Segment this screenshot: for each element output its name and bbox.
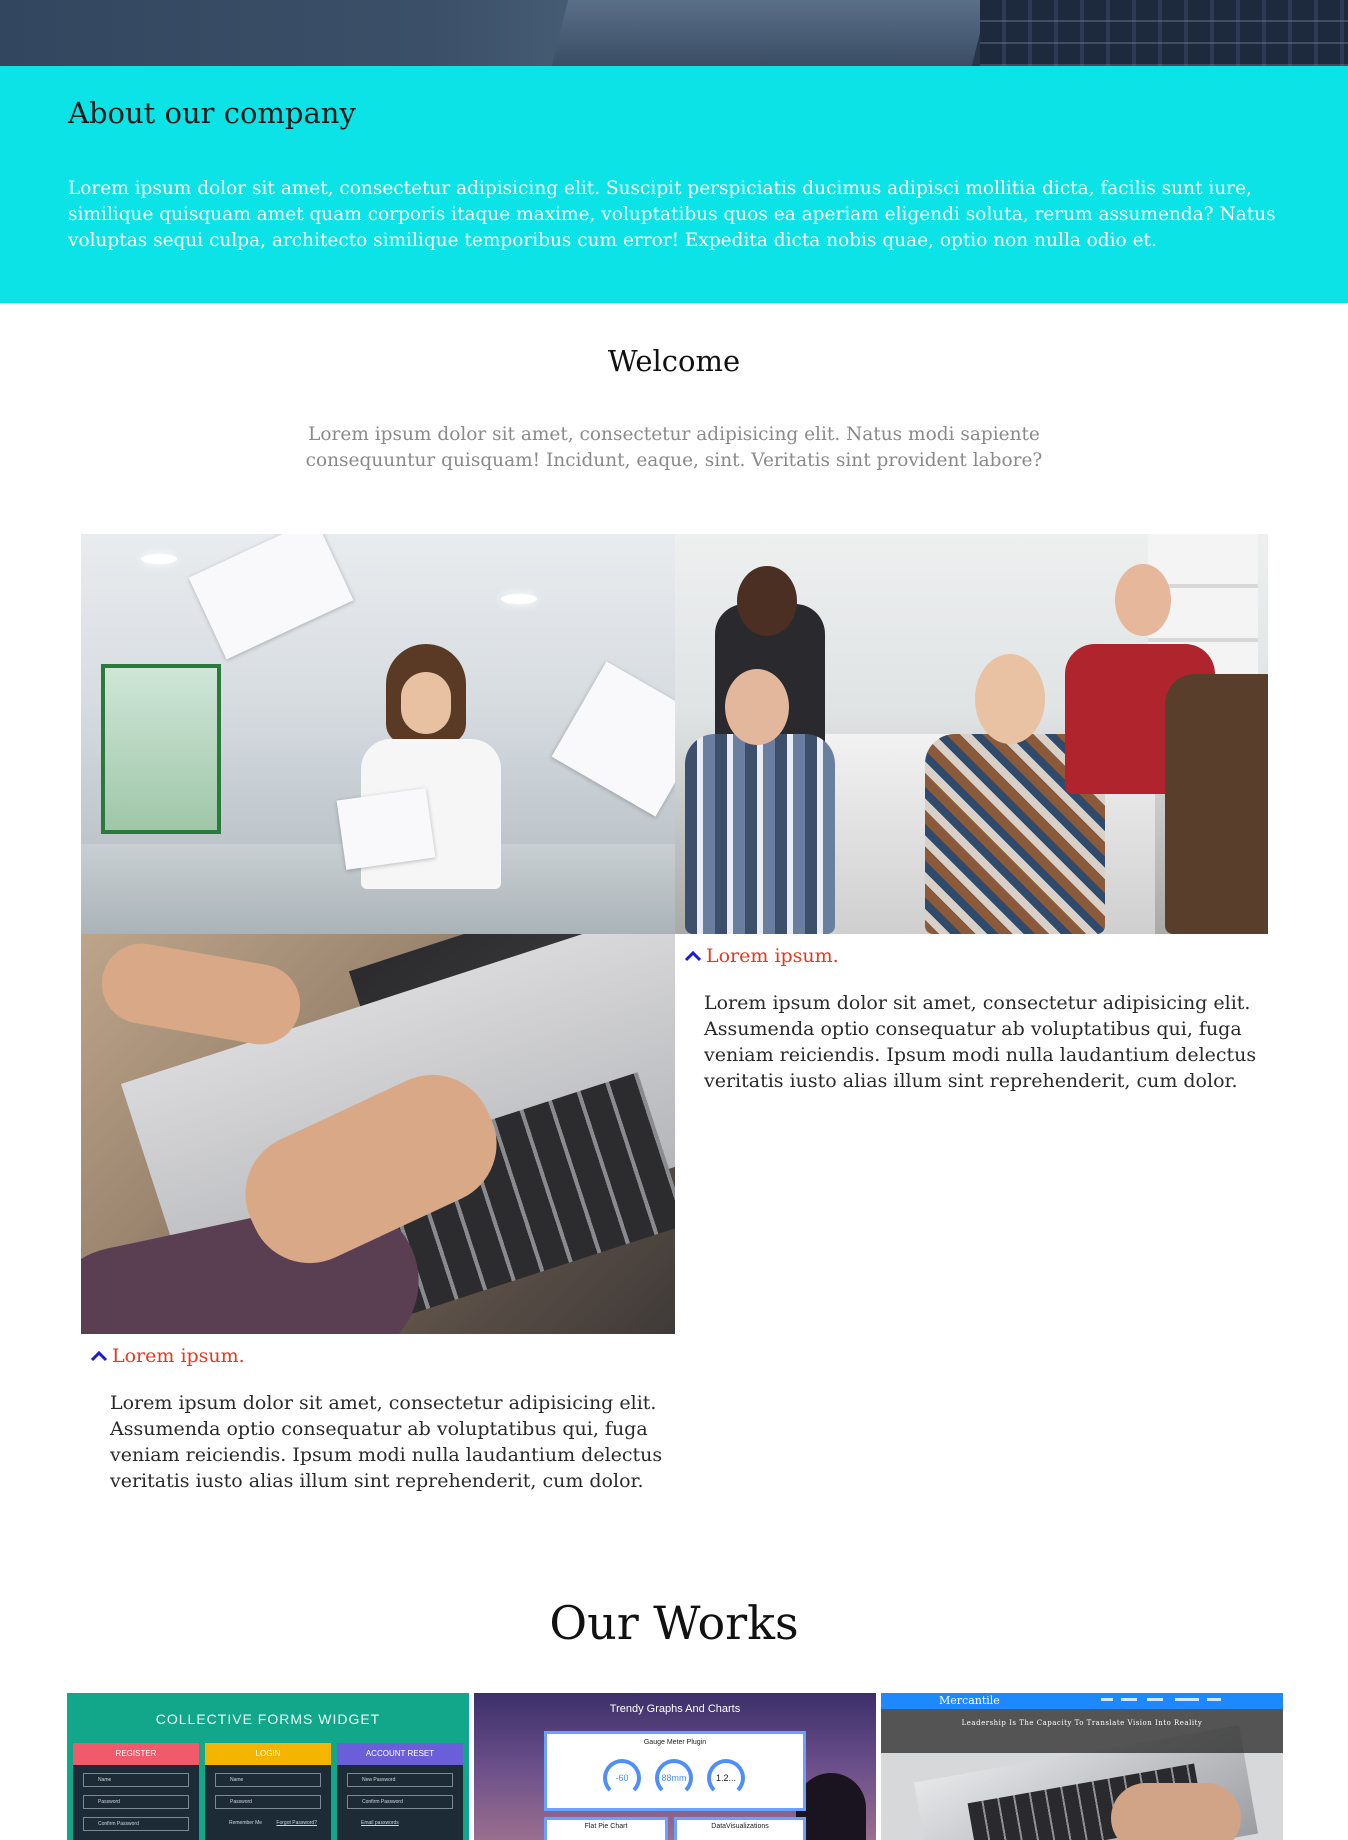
- chevron-up-icon: [684, 950, 702, 962]
- tree-silhouette: [796, 1773, 866, 1840]
- remember-me-label: Remember Me: [229, 1820, 263, 1826]
- nav-link: [1101, 1698, 1113, 1701]
- feature-heading: Lorem ipsum.: [684, 945, 839, 967]
- left-hand: [95, 937, 307, 1051]
- meeting-photo: [675, 534, 1268, 934]
- form-body: Name Password Remember Me Forgot Passwor…: [205, 1765, 331, 1840]
- gauge-card-title: Gauge Meter Plugin: [643, 1739, 707, 1746]
- chart-card: DataVisualizations: [674, 1817, 806, 1840]
- tagline-overlay: [881, 1709, 1283, 1753]
- nav-link: [1147, 1698, 1163, 1701]
- works-title: Our Works: [549, 1596, 799, 1650]
- form-remember-row: Remember Me Forgot Password?: [215, 1817, 321, 1831]
- work-card-forms[interactable]: COLLECTIVE FORMS WIDGET REGISTER Name Pa…: [67, 1693, 469, 1840]
- form-field: Password: [83, 1795, 189, 1809]
- form-field: Password: [215, 1795, 321, 1809]
- work-card-charts[interactable]: Trendy Graphs And Charts Gauge Meter Plu…: [474, 1693, 876, 1840]
- face: [401, 672, 451, 734]
- office-window: [101, 664, 221, 834]
- form-body: New Password Confirm Password Email pass…: [337, 1765, 463, 1840]
- feature-heading: Lorem ipsum.: [90, 1345, 245, 1367]
- form-column: ACCOUNT RESET New Password Confirm Passw…: [337, 1743, 463, 1840]
- hero-building-panel: [551, 0, 989, 66]
- welcome-text: Lorem ipsum dolor sit amet, consectetur …: [305, 424, 1043, 471]
- form-header: REGISTER: [73, 1743, 199, 1765]
- form-column: REGISTER Name Password Confirm Password: [73, 1743, 199, 1840]
- person-head: [975, 654, 1045, 744]
- form-header: LOGIN: [205, 1743, 331, 1765]
- feature-text: Lorem ipsum dolor sit amet, consectetur …: [110, 1392, 663, 1492]
- feature-title: Lorem ipsum.: [706, 945, 839, 967]
- ceiling-light: [141, 554, 177, 564]
- gauge: 88mm: [655, 1759, 693, 1797]
- hero-image: [0, 0, 1348, 66]
- paper-stack: [336, 788, 436, 870]
- form-field: Name: [215, 1773, 321, 1787]
- office-photo: [81, 534, 675, 934]
- forgot-password-link: Forgot Password?: [276, 1820, 317, 1826]
- gauge-card: Gauge Meter Plugin -60 88mm 1.2...: [544, 1731, 806, 1811]
- chevron-up-icon: [90, 1350, 108, 1362]
- form-field: Email passwords: [361, 1820, 399, 1826]
- work-title: COLLECTIVE FORMS WIDGET: [155, 1711, 381, 1727]
- form-column: LOGIN Name Password Remember Me Forgot P…: [205, 1743, 331, 1840]
- about-text: Lorem ipsum dolor sit amet, consectetur …: [68, 178, 1276, 251]
- form-field: New Password: [347, 1773, 453, 1787]
- site-brand: Mercantile: [939, 1694, 1000, 1707]
- person-foreground: [1165, 674, 1268, 934]
- hand-shape: [1111, 1783, 1241, 1840]
- laptop-photo: [81, 934, 675, 1334]
- feature-text: Lorem ipsum dolor sit amet, consectetur …: [704, 992, 1257, 1092]
- form-header: ACCOUNT RESET: [337, 1743, 463, 1765]
- work-title: Trendy Graphs And Charts: [609, 1703, 741, 1715]
- person-head: [1115, 564, 1171, 636]
- feature-title: Lorem ipsum.: [112, 1345, 245, 1367]
- chart-card: Flat Pie Chart: [544, 1817, 668, 1840]
- form-field: Confirm Password: [347, 1795, 453, 1809]
- nav-link: [1175, 1698, 1199, 1701]
- work-card-mercantile[interactable]: Mercantile Leadership Is The Capacity To…: [881, 1693, 1283, 1840]
- welcome-title: Welcome: [607, 344, 741, 378]
- person-plaid-shirt: [685, 734, 835, 934]
- flying-paper: [551, 661, 675, 817]
- about-section: About our company Lorem ipsum dolor sit …: [0, 66, 1348, 303]
- person-head: [737, 566, 797, 636]
- person-head: [725, 669, 789, 745]
- ceiling-light: [501, 594, 537, 604]
- flying-paper: [188, 534, 354, 660]
- hero-building-floors: [980, 0, 1348, 66]
- form-body: Name Password Confirm Password: [73, 1765, 199, 1840]
- nav-link: [1121, 1698, 1137, 1701]
- about-title: About our company: [68, 96, 356, 130]
- nav-link: [1207, 1698, 1221, 1701]
- form-field: Name: [83, 1773, 189, 1787]
- woman-figure: [346, 644, 516, 934]
- form-field: Confirm Password: [83, 1817, 189, 1831]
- gauge: 1.2...: [707, 1759, 745, 1797]
- site-tagline: Leadership Is The Capacity To Translate …: [961, 1719, 1203, 1727]
- gauge: -60: [603, 1759, 641, 1797]
